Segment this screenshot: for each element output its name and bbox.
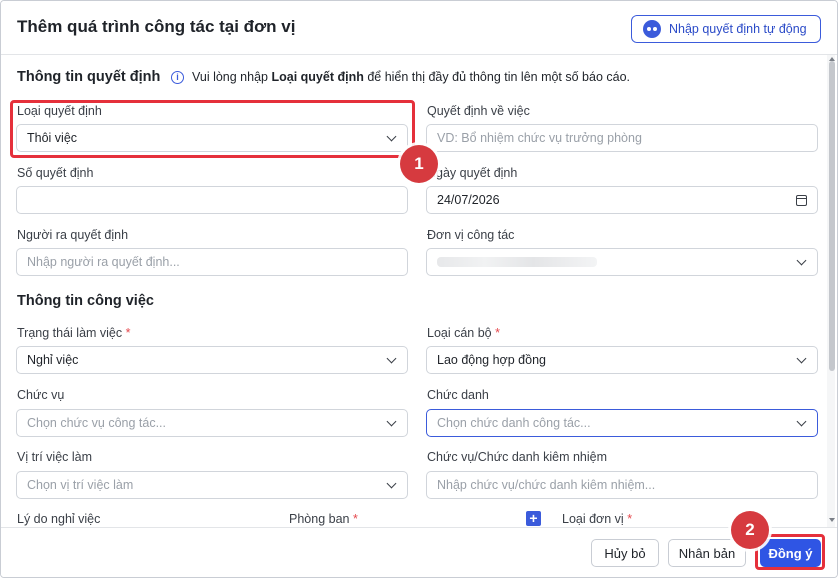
job-position-placeholder: Chọn vị trí việc làm	[27, 478, 134, 492]
info-text-suffix: để hiển thị đầy đủ thông tin lên một số …	[367, 70, 631, 84]
staff-type-select[interactable]: Lao động hợp đồng	[426, 346, 818, 374]
dialog-title: Thêm quá trình công tác tại đơn vị	[17, 17, 296, 36]
unit-type-label: Loại đơn vị *	[562, 512, 632, 526]
required-marker: *	[495, 326, 500, 340]
auto-import-label: Nhập quyết định tự động	[669, 22, 807, 36]
required-marker: *	[352, 512, 358, 526]
robot-icon	[643, 20, 661, 38]
work-unit-label: Đơn vị công tác	[427, 228, 515, 242]
chevron-down-icon	[796, 416, 807, 426]
dialog: Thêm quá trình công tác tại đơn vị Nhập …	[0, 0, 838, 578]
decision-number-label: Số quyết định	[17, 166, 94, 180]
job-position-select[interactable]: Chọn vị trí việc làm	[16, 471, 408, 499]
job-position-label: Vị trí việc làm	[17, 450, 93, 464]
unit-type-label-text: Loại đơn vị	[562, 512, 624, 526]
work-status-value: Nghỉ việc	[27, 353, 79, 367]
calendar-icon[interactable]	[796, 194, 807, 206]
chevron-down-icon	[386, 353, 397, 363]
chevron-down-icon	[796, 353, 807, 363]
concurrent-title-input[interactable]: Nhập chức vụ/chức danh kiêm nhiệm...	[426, 471, 818, 499]
decision-date-input[interactable]: 24/07/2026	[426, 186, 818, 214]
decision-maker-placeholder: Nhập người ra quyết định...	[27, 255, 180, 269]
position-select[interactable]: Chọn chức vụ công tác...	[16, 409, 408, 437]
add-department-button[interactable]: +	[526, 511, 541, 526]
highlight-decision-type	[10, 100, 415, 158]
info-text-prefix: Vui lòng nhập	[192, 70, 268, 84]
position-placeholder: Chọn chức vụ công tác...	[27, 416, 166, 430]
required-marker: *	[627, 512, 633, 526]
decision-date-value: 24/07/2026	[437, 193, 500, 207]
decision-about-placeholder: VD: Bổ nhiệm chức vụ trưởng phòng	[437, 131, 642, 145]
position-label: Chức vụ	[17, 388, 65, 402]
work-unit-select[interactable]	[426, 248, 818, 276]
work-status-label-text: Trạng thái làm việc	[17, 326, 123, 340]
chevron-down-icon	[796, 255, 807, 265]
decision-maker-label: Người ra quyết định	[17, 228, 129, 242]
step-2-badge: 2	[731, 511, 769, 549]
scroll-up-arrow-icon[interactable]	[829, 57, 835, 61]
decision-about-label: Quyết định về việc	[427, 104, 530, 118]
scroll-down-arrow-icon[interactable]	[829, 518, 835, 522]
auto-import-decision-button[interactable]: Nhập quyết định tự động	[631, 15, 821, 43]
required-marker: *	[125, 326, 131, 340]
decision-number-input[interactable]	[16, 186, 408, 214]
scrollbar-thumb[interactable]	[829, 61, 835, 371]
cancel-button[interactable]: Hủy bỏ	[591, 539, 659, 567]
work-status-select[interactable]: Nghỉ việc	[16, 346, 408, 374]
title-placeholder: Chọn chức danh công tác...	[437, 416, 591, 430]
decision-section-title: Thông tin quyết định	[17, 69, 161, 85]
title-select[interactable]: Chọn chức danh công tác...	[426, 409, 818, 437]
resign-reason-label: Lý do nghỉ việc	[17, 512, 101, 526]
concurrent-title-label: Chức vụ/Chức danh kiêm nhiệm	[427, 450, 608, 464]
title-label: Chức danh	[427, 388, 489, 402]
job-section-title: Thông tin công việc	[17, 293, 154, 309]
department-label-text: Phòng ban	[289, 512, 350, 526]
info-icon: i	[171, 70, 184, 84]
work-status-label: Trạng thái làm việc *	[17, 326, 131, 340]
concurrent-title-placeholder: Nhập chức vụ/chức danh kiêm nhiệm...	[437, 478, 656, 492]
work-unit-redacted-value	[437, 257, 597, 267]
step-1-badge: 1	[400, 145, 438, 183]
chevron-down-icon	[386, 478, 397, 488]
decision-about-input[interactable]: VD: Bổ nhiệm chức vụ trưởng phòng	[426, 124, 818, 152]
staff-type-value: Lao động hợp đồng	[437, 353, 546, 367]
chevron-down-icon	[386, 416, 397, 426]
decision-maker-input[interactable]: Nhập người ra quyết định...	[16, 248, 408, 276]
duplicate-button[interactable]: Nhân bản	[668, 539, 746, 567]
staff-type-label: Loại cán bộ *	[427, 326, 500, 340]
dialog-header: Thêm quá trình công tác tại đơn vị Nhập …	[1, 1, 837, 55]
decision-date-label: Ngày quyết định	[427, 166, 518, 180]
department-label: Phòng ban *	[289, 512, 358, 526]
staff-type-label-text: Loại cán bộ	[427, 326, 492, 340]
decision-info-note: i Vui lòng nhập Loại quyết định để hiển …	[171, 70, 630, 84]
info-text-bold: Loại quyết định	[271, 70, 364, 84]
